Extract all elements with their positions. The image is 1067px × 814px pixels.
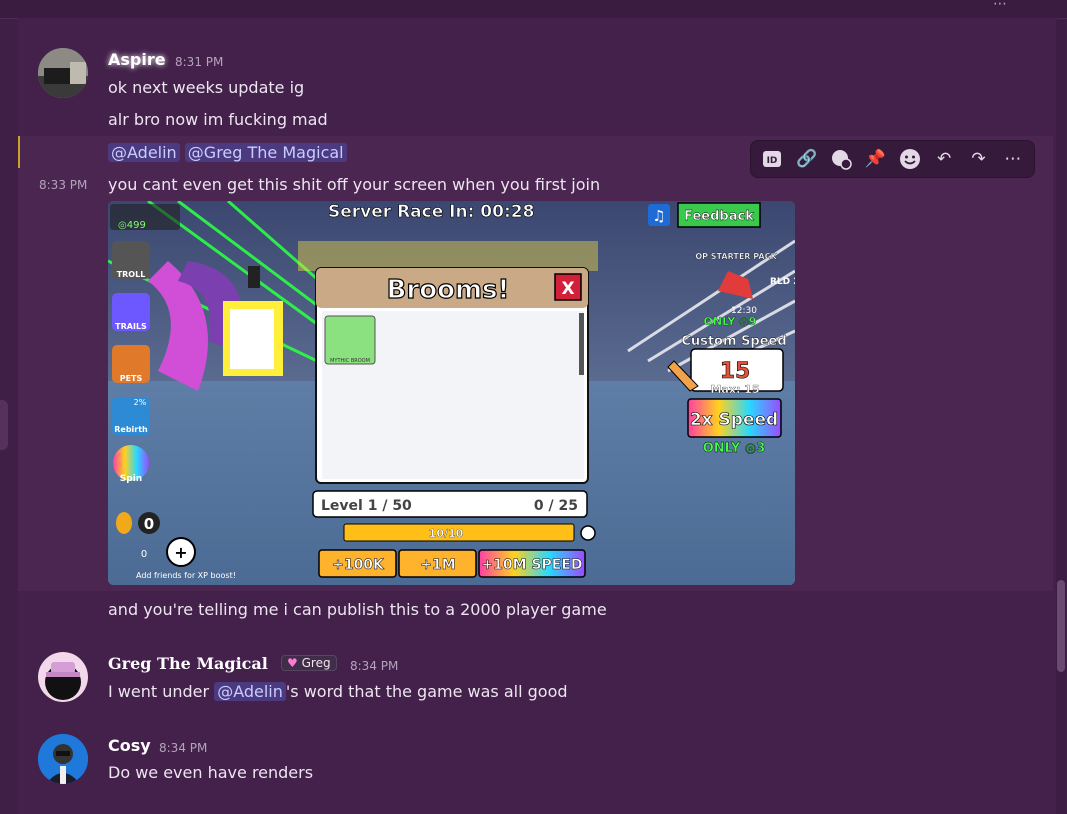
message-text: Do we even have renders (108, 763, 314, 782)
message-mentions: @Adelin @Greg The Magical (108, 143, 347, 162)
coins-counter: ◎499 (118, 220, 146, 231)
svg-text:Rebirth: Rebirth (114, 425, 148, 434)
avatar[interactable] (38, 48, 88, 98)
mention-adelin[interactable]: @Adelin (108, 143, 180, 162)
svg-text:2%: 2% (134, 398, 147, 407)
svg-text:0: 0 (144, 515, 154, 533)
mention-adelin[interactable]: @Adelin (214, 682, 286, 701)
svg-text:ID: ID (767, 156, 778, 166)
brooms-title: Brooms! (387, 275, 510, 305)
svg-text:Max: 15: Max: 15 (710, 383, 759, 396)
message-text: ok next weeks update ig (108, 78, 305, 97)
sidebar-edge (0, 400, 8, 450)
message-toolbar: ID 🔗 📌 ↶ ↷ ⋯ (750, 140, 1035, 178)
emoji-icon[interactable] (897, 146, 923, 172)
author-name[interactable]: Aspire (108, 50, 166, 69)
svg-text:0: 0 (141, 549, 147, 560)
svg-text:+: + (174, 543, 187, 562)
svg-text:X: X (561, 279, 574, 299)
avatar[interactable] (38, 734, 88, 784)
message-text: and you're telling me i can publish this… (108, 600, 607, 619)
timestamp: 8:31 PM (175, 55, 224, 69)
avatar[interactable] (38, 652, 88, 702)
more-icon[interactable]: ⋯ (1000, 146, 1026, 172)
svg-text:Spin: Spin (120, 474, 142, 484)
svg-text:TROLL: TROLL (117, 270, 146, 279)
scrollbar-thumb[interactable] (1057, 580, 1065, 672)
heart-icon: ♥ (287, 656, 298, 670)
forward-icon[interactable]: ↷ (965, 146, 991, 172)
svg-text:PETS: PETS (120, 374, 143, 383)
message-text: I went under @Adelin's word that the gam… (108, 682, 568, 701)
avatar-image (38, 734, 88, 784)
id-icon[interactable]: ID (759, 146, 785, 172)
svg-text:10/10: 10/10 (429, 527, 464, 540)
reply-icon[interactable]: ↶ (931, 146, 957, 172)
feedback-button: Feedback (684, 209, 754, 224)
thread-icon[interactable] (828, 146, 854, 172)
svg-text:2x Speed: 2x Speed (690, 410, 778, 430)
svg-text:+1M: +1M (420, 557, 455, 573)
svg-text:+10M SPEED: +10M SPEED (481, 557, 582, 573)
svg-text:Custom Speed: Custom Speed (681, 334, 786, 349)
music-icon: ♫ (652, 207, 665, 225)
author-name[interactable]: Cosy (108, 736, 151, 755)
role-badge: ♥ Greg (281, 655, 337, 671)
timestamp: 8:34 PM (350, 659, 399, 673)
timestamp: 8:33 PM (39, 178, 88, 192)
svg-text:OP STARTER PACK: OP STARTER PACK (695, 252, 777, 261)
svg-text:TRAILS: TRAILS (115, 322, 147, 331)
svg-text:+100K: +100K (332, 557, 385, 573)
svg-text:MYTHIC BROOM: MYTHIC BROOM (330, 358, 370, 364)
more-icon[interactable]: ⋯ (993, 0, 1007, 12)
mention-highlight-bar (18, 136, 20, 168)
game-screenshot: Server Race In: 00:28 ♫ Feedback ◎499 TR… (108, 201, 795, 585)
attached-image[interactable]: Server Race In: 00:28 ♫ Feedback ◎499 TR… (108, 201, 795, 585)
scrollbar-track[interactable] (1056, 20, 1066, 814)
svg-text:15: 15 (720, 359, 751, 384)
svg-text:ONLY ◎9: ONLY ◎9 (704, 315, 757, 328)
timestamp: 8:34 PM (159, 741, 208, 755)
message-text: you cant even get this shit off your scr… (108, 175, 601, 194)
message-text: alr bro now im fucking mad (108, 110, 328, 129)
svg-text:0 / 25: 0 / 25 (534, 498, 578, 514)
svg-text:Add friends for XP boost!: Add friends for XP boost! (136, 571, 236, 580)
mention-greg[interactable]: @Greg The Magical (184, 143, 347, 162)
top-bar: ⋯ (0, 0, 1067, 19)
avatar-image (38, 48, 88, 98)
avatar-image (38, 652, 88, 702)
svg-text:Level 1 / 50: Level 1 / 50 (321, 498, 412, 514)
race-timer: Server Race In: 00:28 (328, 202, 534, 222)
pin-icon[interactable]: 📌 (862, 146, 888, 172)
svg-text:ONLY ◎3: ONLY ◎3 (703, 441, 766, 456)
author-name[interactable]: Greg The Magical (108, 654, 268, 673)
svg-text:RLD 2: RLD 2 (770, 277, 795, 287)
link-icon[interactable]: 🔗 (794, 146, 820, 172)
